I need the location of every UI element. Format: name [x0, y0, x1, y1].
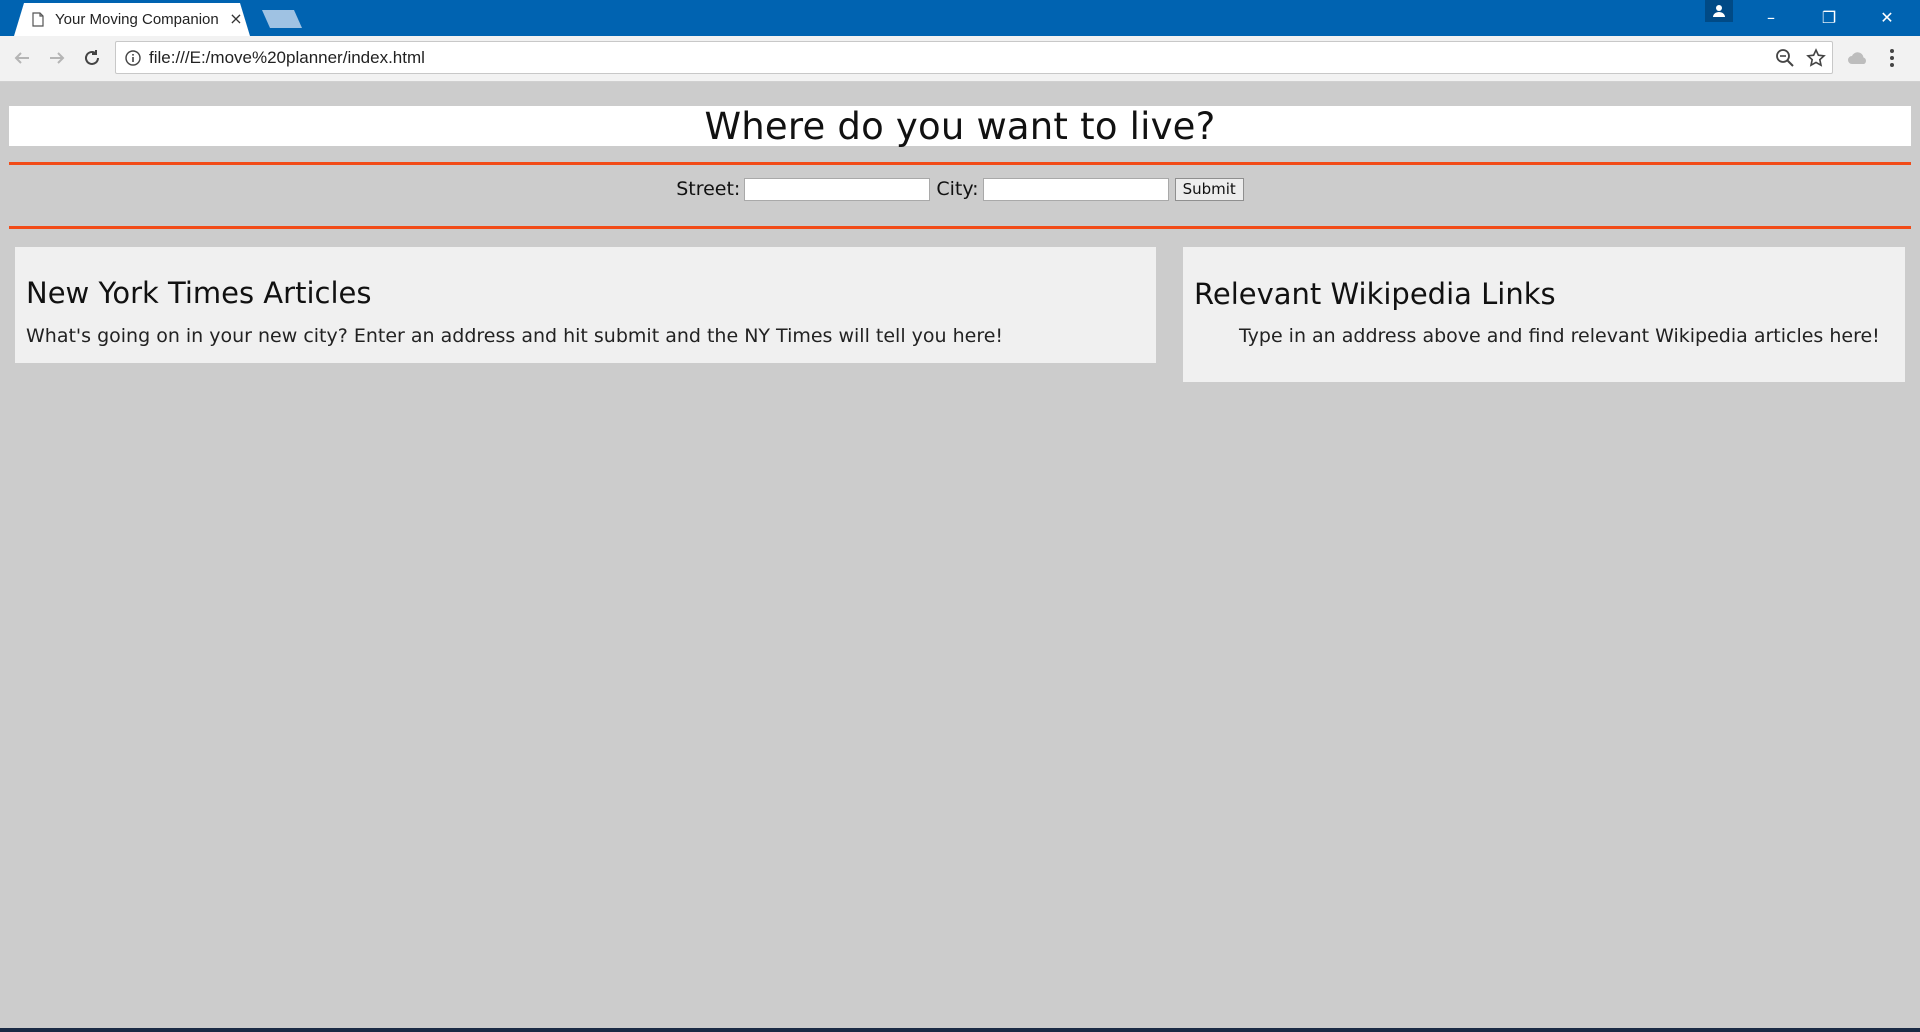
new-tab-button[interactable]	[262, 10, 302, 28]
star-icon[interactable]	[1806, 48, 1826, 68]
wiki-heading: Relevant Wikipedia Links	[1194, 277, 1556, 311]
wiki-panel: Relevant Wikipedia Links Type in an addr…	[1183, 247, 1905, 382]
back-arrow-icon[interactable]	[9, 45, 35, 71]
address-form: Street: City: Submit	[0, 175, 1920, 203]
browser-toolbar: file:///E:/move%20planner/index.html	[0, 36, 1920, 82]
submit-button[interactable]: Submit	[1174, 177, 1244, 201]
forward-arrow-icon[interactable]	[44, 45, 70, 71]
taskbar-edge	[0, 1028, 1920, 1032]
street-input[interactable]	[744, 177, 931, 201]
minimize-button[interactable]: –	[1748, 0, 1794, 34]
close-window-button[interactable]: ✕	[1864, 0, 1910, 34]
address-bar[interactable]: file:///E:/move%20planner/index.html	[115, 41, 1833, 74]
street-label: Street:	[676, 178, 741, 200]
page-content: Where do you want to live? Street: City:…	[0, 82, 1920, 1032]
city-label: City:	[936, 178, 979, 200]
wiki-text: Type in an address above and find releva…	[1239, 325, 1880, 347]
zoom-icon[interactable]	[1775, 48, 1795, 68]
nyt-heading: New York Times Articles	[26, 276, 372, 310]
person-icon	[1713, 5, 1725, 17]
tab-title: Your Moving Companion	[55, 11, 219, 28]
divider-bottom	[9, 226, 1911, 229]
page-title: Where do you want to live?	[704, 104, 1216, 148]
divider-top	[9, 162, 1911, 165]
reload-icon[interactable]	[79, 45, 105, 71]
tab-close-icon[interactable]: ×	[228, 9, 244, 29]
headline-banner: Where do you want to live?	[9, 104, 1911, 148]
cloud-icon[interactable]	[1847, 48, 1867, 68]
page-icon	[32, 12, 44, 27]
browser-titlebar: Your Moving Companion × – ❐ ✕	[0, 0, 1920, 36]
info-icon[interactable]	[125, 50, 141, 66]
browser-tab-content: Your Moving Companion ×	[14, 3, 250, 36]
nyt-panel: New York Times Articles What's going on …	[15, 247, 1156, 363]
address-url[interactable]: file:///E:/move%20planner/index.html	[149, 42, 425, 73]
kebab-menu-icon[interactable]	[1888, 48, 1908, 68]
profile-button[interactable]	[1705, 0, 1733, 22]
nyt-text: What's going on in your new city? Enter …	[26, 325, 1004, 347]
city-input[interactable]	[982, 177, 1169, 201]
restore-button[interactable]: ❐	[1806, 0, 1852, 34]
